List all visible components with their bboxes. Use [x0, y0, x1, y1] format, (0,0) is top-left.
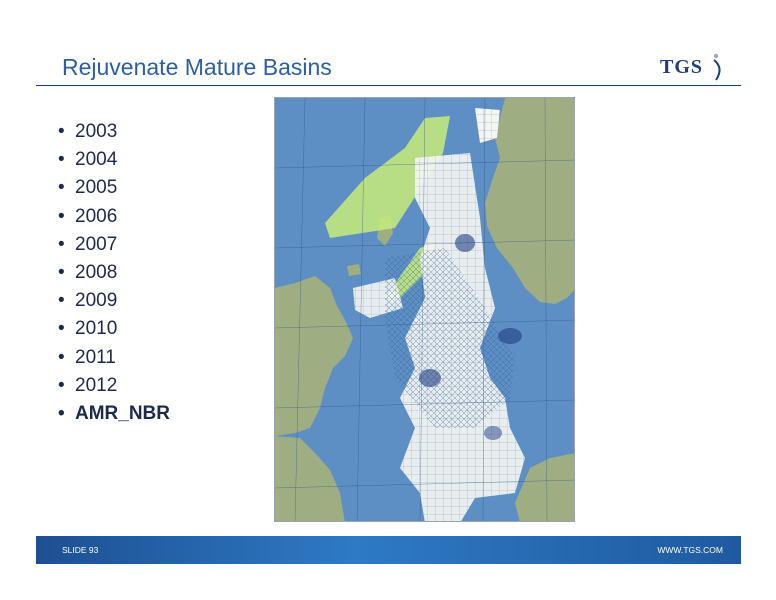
- bullet-item: • 2008: [58, 259, 170, 287]
- bullet-label: 2003: [75, 121, 118, 142]
- bullet-item: • 2009: [58, 287, 170, 315]
- map-graphic: [275, 98, 574, 521]
- north-sea-survey-map: [274, 97, 575, 522]
- bullet-label: 2012: [75, 374, 118, 396]
- amr-area-3: [419, 369, 441, 387]
- bullet-label: 2010: [75, 318, 118, 340]
- bullet-item: • 2010: [58, 315, 170, 343]
- bullet-label: AMR_NBR: [75, 402, 170, 424]
- bullet-item: • 2007: [58, 231, 170, 259]
- bullet-item: • 2004: [58, 146, 170, 174]
- amr-area-4: [484, 426, 502, 440]
- bullet-label: 2006: [75, 205, 118, 227]
- bullet-item: • 2003: [58, 118, 170, 146]
- bullet-dot-icon: •: [58, 374, 65, 396]
- bullet-label: 2005: [75, 177, 118, 199]
- bullet-dot-icon: •: [58, 346, 65, 368]
- bullet-label: 2009: [75, 290, 118, 312]
- year-bullet-list: • 2003 • 2004 • 2005 • 2006 • 2007 • 2008 • 2009 • 2010…: [58, 118, 170, 428]
- bullet-label: 2008: [75, 261, 118, 283]
- footer-slide-number: SLIDE 93: [62, 545, 99, 555]
- bullet-label: 2007: [75, 233, 118, 255]
- bullet-dot-icon: •: [58, 261, 65, 283]
- bullet-item: • AMR_NBR: [58, 400, 170, 428]
- bullet-dot-icon: •: [58, 205, 65, 227]
- orkney-islands: [347, 264, 361, 276]
- tgs-logo: TGS: [660, 50, 730, 84]
- title-rule: [36, 85, 741, 86]
- bullet-label: 2011: [75, 346, 116, 368]
- logo-swoosh-icon: [713, 53, 721, 81]
- bullet-dot-icon: •: [58, 290, 65, 312]
- bullet-dot-icon: •: [58, 149, 65, 171]
- footer-bar: SLIDE 93 WWW.TGS.COM: [36, 536, 741, 564]
- footer-website-link[interactable]: WWW.TGS.COM: [657, 545, 723, 555]
- slide-title: Rejuvenate Mature Basins: [62, 54, 332, 80]
- bullet-item: • 2005: [58, 174, 170, 202]
- bullet-item: • 2012: [58, 372, 170, 400]
- amr-area-2: [498, 328, 522, 344]
- bullet-item: • 2006: [58, 203, 170, 231]
- bullet-dot-icon: •: [58, 318, 65, 340]
- bullet-dot-icon: •: [58, 177, 65, 199]
- bullet-label: 2004: [75, 149, 118, 171]
- bullet-dot-icon: •: [58, 233, 65, 255]
- bullet-item: • 2011: [58, 344, 170, 372]
- bullet-dot-icon: •: [58, 121, 65, 142]
- bullet-dot-icon: •: [58, 402, 65, 424]
